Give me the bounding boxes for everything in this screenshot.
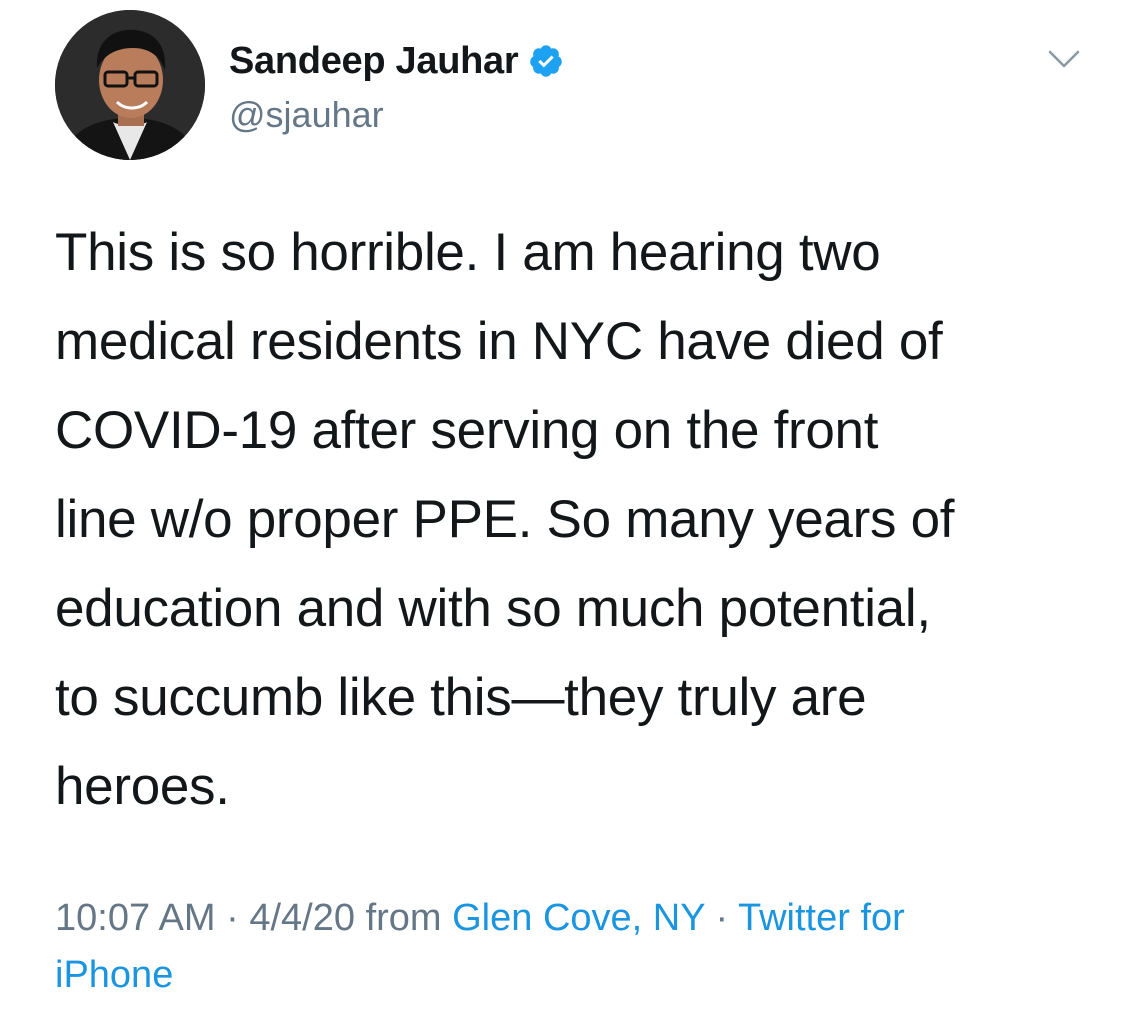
profile-photo-icon (55, 10, 205, 160)
author-name-row[interactable]: Sandeep Jauhar (229, 38, 564, 84)
from-label: from (365, 897, 442, 939)
meta-separator: · (715, 897, 729, 939)
tweet-text-line: medical residents in NYC have died of (55, 312, 943, 371)
tweet-text-line: COVID-19 after serving on the front (55, 401, 879, 460)
tweet-text-line: This is so horrible. I am hearing two (55, 223, 881, 282)
tweet-text-line: heroes. (55, 757, 230, 816)
tweet-date[interactable]: 4/4/20 (249, 897, 355, 939)
location-link[interactable]: Glen Cove, NY (452, 897, 705, 939)
tweet-card: Sandeep Jauhar @sjauhar This is so horri… (0, 0, 1134, 1024)
tweet-text-line: to succumb like this—they truly are (55, 668, 867, 727)
author-handle[interactable]: @sjauhar (229, 94, 384, 136)
tweet-time[interactable]: 10:07 AM (55, 897, 216, 939)
source-label-part2: iPhone (55, 954, 174, 996)
tweet-text: This is so horrible. I am hearing two me… (55, 208, 1115, 831)
author-display-name[interactable]: Sandeep Jauhar (229, 40, 519, 83)
tweet-text-line: line w/o proper PPE. So many years of (55, 490, 955, 549)
verified-badge-icon (528, 43, 564, 79)
meta-separator: · (226, 897, 239, 939)
tweet-text-line: education and with so much potential, (55, 579, 931, 638)
author-avatar[interactable] (55, 10, 205, 160)
source-label-part1: Twitter for (737, 897, 905, 939)
tweet-meta: 10:07 AM · 4/4/20 from Glen Cove, NY · T… (55, 890, 1095, 1004)
chevron-down-icon[interactable] (1046, 46, 1082, 72)
